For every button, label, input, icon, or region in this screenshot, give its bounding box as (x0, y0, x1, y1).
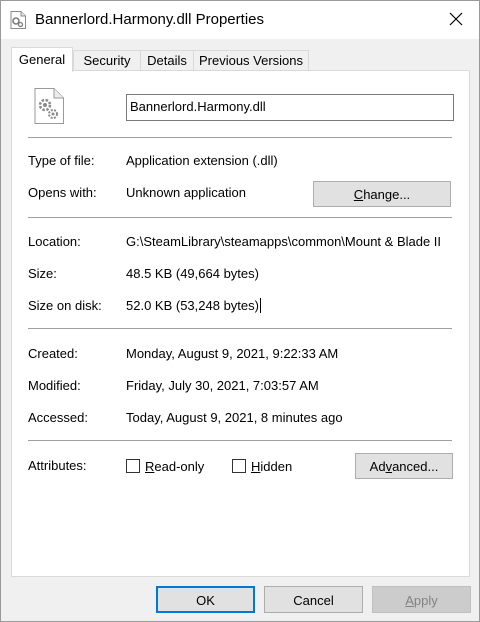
apply-button-label: pply (413, 593, 438, 608)
dll-file-icon (10, 11, 26, 29)
accessed-value[interactable]: Today, August 9, 2021, 8 minutes ago (126, 410, 343, 425)
hidden-accel: H (251, 459, 261, 474)
advanced-button[interactable]: Advanced... (355, 453, 453, 479)
divider (28, 217, 452, 218)
tab-general[interactable]: General (11, 47, 73, 72)
text-caret (259, 298, 261, 313)
size-on-disk-label: Size on disk: (28, 298, 102, 313)
divider (28, 440, 452, 441)
advanced-button-prefix: Ad (369, 459, 386, 474)
read-only-label[interactable]: Read-only (145, 459, 204, 474)
divider (28, 328, 452, 329)
advanced-button-label: anced... (392, 459, 439, 474)
type-of-file-label: Type of file: (28, 153, 95, 168)
created-label: Created: (28, 346, 78, 361)
title-bar: Bannerlord.Harmony.dll Properties (1, 1, 479, 39)
gear-file-icon (34, 88, 64, 124)
hidden-text: idden (260, 459, 293, 474)
opens-with-label: Opens with: (28, 185, 97, 200)
type-of-file-value: Application extension (.dll) (126, 153, 278, 168)
tab-security[interactable]: Security (73, 50, 141, 71)
size-on-disk-value: 52.0 KB (53,248 bytes) (126, 298, 259, 313)
read-only-accel: R (145, 459, 155, 474)
cancel-button[interactable]: Cancel (264, 586, 363, 613)
general-panel: Bannerlord.Harmony.dll Type of file: App… (11, 70, 470, 577)
read-only-checkbox[interactable] (126, 459, 140, 473)
ok-button[interactable]: OK (156, 586, 255, 613)
location-value[interactable]: G:\SteamLibrary\steamapps\common\Mount &… (126, 234, 454, 249)
opens-with-value: Unknown application (126, 185, 246, 200)
change-button[interactable]: Change... (313, 181, 451, 207)
hidden-checkbox[interactable] (232, 459, 246, 473)
modified-label: Modified: (28, 378, 81, 393)
attributes-label: Attributes: (28, 458, 87, 473)
change-button-label: hange... (363, 187, 411, 202)
apply-button-accel: A (405, 593, 414, 608)
size-label: Size: (28, 266, 57, 281)
file-name-field[interactable]: Bannerlord.Harmony.dll (126, 94, 454, 121)
close-icon (449, 12, 463, 29)
created-value[interactable]: Monday, August 9, 2021, 9:22:33 AM (126, 346, 338, 361)
size-on-disk-value-wrap[interactable]: 52.0 KB (53,248 bytes) (126, 298, 261, 313)
apply-button[interactable]: Apply (372, 586, 471, 613)
close-button[interactable] (433, 1, 479, 39)
accessed-label: Accessed: (28, 410, 88, 425)
hidden-label[interactable]: Hidden (251, 459, 292, 474)
window-title: Bannerlord.Harmony.dll Properties (35, 11, 264, 28)
divider (28, 137, 452, 138)
change-button-accel: C (353, 187, 364, 202)
tab-previous-versions[interactable]: Previous Versions (193, 50, 309, 71)
size-value[interactable]: 48.5 KB (49,664 bytes) (126, 266, 259, 281)
location-label: Location: (28, 234, 81, 249)
properties-window: Bannerlord.Harmony.dll Properties Genera… (0, 0, 480, 622)
read-only-text: ead-only (154, 459, 205, 474)
modified-value[interactable]: Friday, July 30, 2021, 7:03:57 AM (126, 378, 319, 393)
tab-details[interactable]: Details (140, 50, 194, 71)
